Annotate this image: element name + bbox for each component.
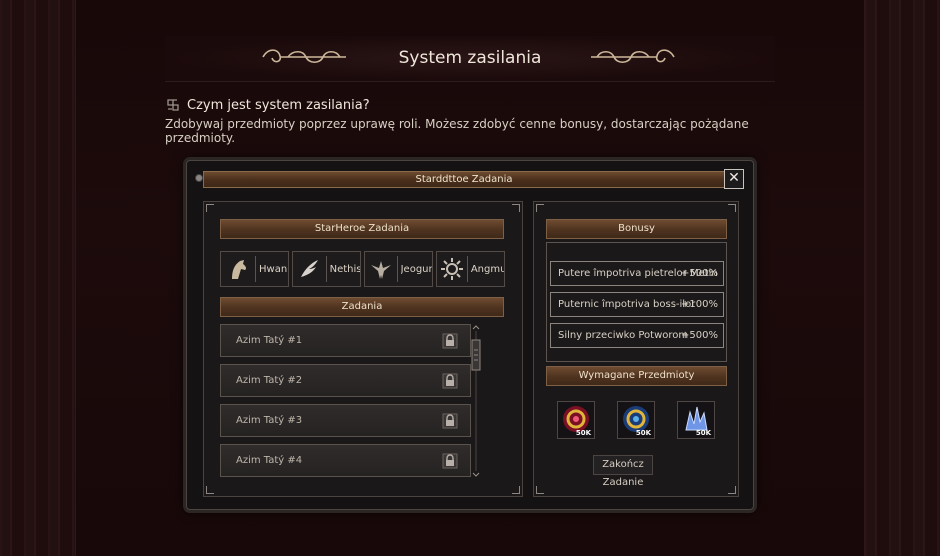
lock-icon	[442, 333, 458, 349]
bonus-entry: Silny przeciwko Potworom +500%	[550, 323, 724, 348]
bonus-value: +500%	[681, 268, 718, 279]
bonus-entry: Puternic împotriva boss-ilor +100%	[550, 292, 724, 317]
required-item-slot[interactable]: 50K	[677, 401, 715, 439]
item-quantity: 50K	[575, 429, 591, 437]
task-list: Azim Tatý #1 Azim Tatý #2 Azim Tatý #3 A…	[217, 202, 477, 498]
bonus-name: Puternic împotriva boss-ilor	[558, 299, 696, 310]
window-titlebar[interactable]: Starddttoe Zadania	[203, 171, 725, 188]
background-right-column	[865, 0, 940, 556]
quest-window: Starddttoe Zadania ✕ StarHeroe Zadania H…	[186, 160, 754, 510]
task-label: Azim Tatý #3	[236, 415, 303, 426]
intro-section: Czym jest system zasilania? Zdobywaj prz…	[165, 97, 785, 146]
close-button[interactable]: ✕	[724, 169, 744, 189]
info-knot-icon	[167, 99, 179, 111]
bonus-value: +100%	[681, 299, 718, 310]
page-header: System zasilania	[165, 36, 775, 82]
rewards-panel: Bonusy Putere împotriva pietrelor Metin …	[533, 201, 739, 497]
lock-icon	[442, 453, 458, 469]
bonus-title-bar: Bonusy	[546, 219, 727, 239]
task-scrollbar[interactable]	[470, 325, 482, 477]
heroes-panel: StarHeroe Zadania Hwan Nethis Jeogun Ang…	[203, 201, 523, 497]
task-label: Azim Tatý #1	[236, 335, 303, 346]
ornament-right-icon	[591, 49, 675, 64]
item-quantity: 50K	[695, 429, 711, 437]
required-item-slot[interactable]: 50K	[617, 401, 655, 439]
bonus-entry: Putere împotriva pietrelor Metin +500%	[550, 261, 724, 286]
lock-icon	[442, 413, 458, 429]
required-items-title-bar: Wymagane Przedmioty	[546, 366, 727, 386]
task-row[interactable]: Azim Tatý #2	[220, 364, 471, 397]
background-left-column	[0, 0, 75, 556]
task-row[interactable]: Azim Tatý #1	[220, 324, 471, 357]
task-label: Azim Tatý #4	[236, 455, 303, 466]
task-label: Azim Tatý #2	[236, 375, 303, 386]
intro-description: Zdobywaj przedmioty poprzez uprawę roli.…	[165, 117, 749, 145]
finish-task-button[interactable]: Zakończ Zadanie	[593, 455, 653, 488]
window-pin-icon	[195, 174, 203, 182]
lock-icon	[442, 373, 458, 389]
intro-heading: Czym jest system zasilania?	[187, 97, 370, 113]
bonus-name: Silny przeciwko Potworom	[558, 330, 689, 341]
bonus-list: Putere împotriva pietrelor Metin +500% P…	[546, 242, 727, 362]
required-item-slot[interactable]: 50K	[557, 401, 595, 439]
bonus-value: +500%	[681, 330, 718, 341]
task-row[interactable]: Azim Tatý #3	[220, 404, 471, 437]
item-quantity: 50K	[635, 429, 651, 437]
task-row[interactable]: Azim Tatý #4	[220, 444, 471, 477]
page-title: System zasilania	[398, 48, 542, 68]
